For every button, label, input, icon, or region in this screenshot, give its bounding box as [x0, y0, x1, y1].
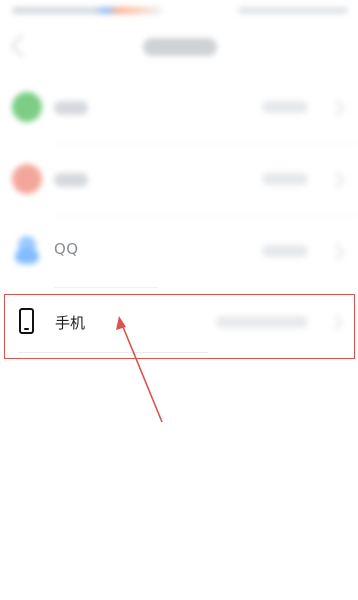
highlight-box	[4, 294, 355, 359]
status-right-indicators	[238, 7, 348, 14]
nav-bar	[0, 28, 358, 68]
chevron-right-icon	[327, 243, 345, 261]
page-title	[143, 38, 217, 56]
back-chevron-icon[interactable]	[10, 34, 34, 58]
weibo-status	[262, 173, 308, 185]
weibo-icon	[12, 164, 42, 194]
status-bar	[0, 0, 358, 22]
account-row-wechat[interactable]	[0, 74, 358, 144]
divider	[54, 215, 358, 216]
wechat-label	[54, 101, 88, 115]
divider	[54, 143, 358, 144]
divider	[54, 287, 158, 288]
qq-label: QQ	[54, 240, 79, 258]
chevron-right-icon	[327, 99, 345, 117]
account-row-qq[interactable]: QQ	[0, 218, 358, 288]
chevron-right-icon	[327, 171, 345, 189]
wechat-icon	[12, 92, 42, 122]
qq-status	[262, 245, 308, 257]
weibo-label	[54, 173, 88, 187]
account-row-weibo[interactable]	[0, 146, 358, 216]
status-left-indicators	[12, 7, 162, 14]
qq-icon	[13, 236, 41, 266]
wechat-status	[262, 101, 308, 113]
